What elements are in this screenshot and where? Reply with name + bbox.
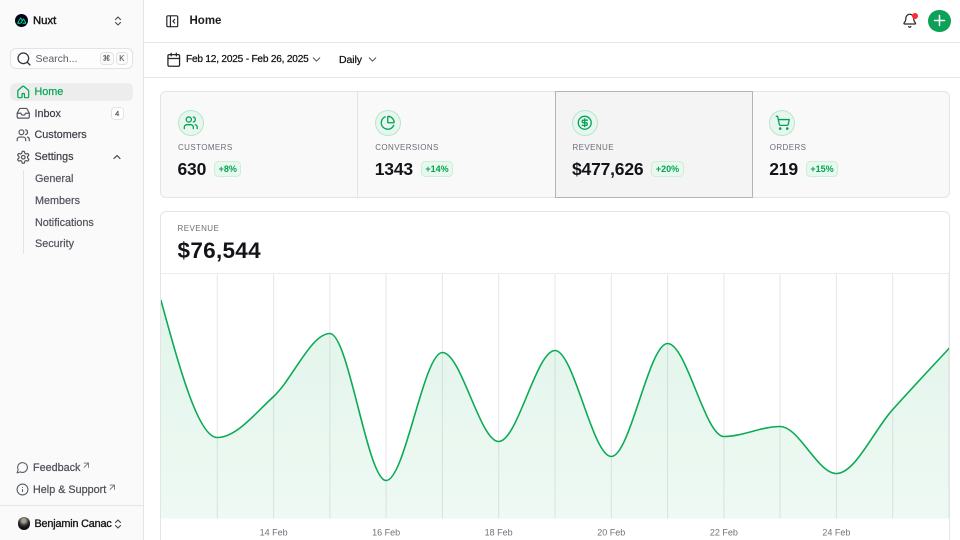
svg-text:24 Feb: 24 Feb [822,527,850,537]
svg-text:20 Feb: 20 Feb [597,527,625,537]
svg-text:14 Feb: 14 Feb [260,527,288,537]
svg-text:16 Feb: 16 Feb [372,527,400,537]
svg-text:18 Feb: 18 Feb [485,527,513,537]
svg-text:22 Feb: 22 Feb [710,527,738,537]
